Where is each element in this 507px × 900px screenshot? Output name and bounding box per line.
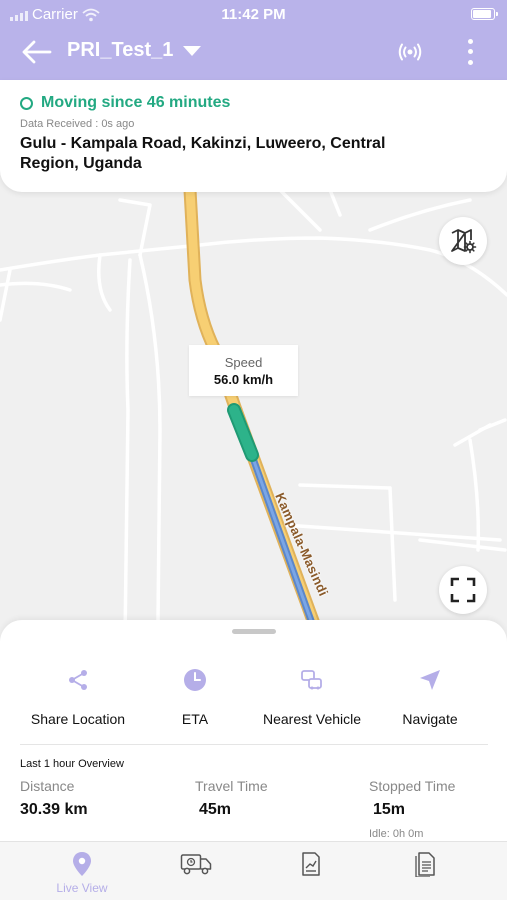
back-arrow-icon xyxy=(22,40,52,64)
app-header: Carrier 11:42 PM PRI_Test_1 xyxy=(0,0,507,80)
distance-stat: Distance 30.39 km xyxy=(20,778,88,819)
share-location-button[interactable]: Share Location xyxy=(22,665,134,727)
vehicle-selector[interactable]: PRI_Test_1 xyxy=(67,39,202,62)
speed-value: 56.0 km/h xyxy=(213,372,274,387)
truck-icon xyxy=(180,854,212,875)
distance-value: 30.39 km xyxy=(20,801,88,818)
tab-live-view[interactable]: Live View xyxy=(37,850,127,895)
share-location-label: Share Location xyxy=(30,711,126,727)
nearest-vehicle-button[interactable]: Nearest Vehicle xyxy=(256,665,368,727)
bottom-sheet: Share Location ETA Nearest Vehicle Navig… xyxy=(0,620,507,841)
vehicle-status-card: Moving since 46 minutes Data Received : … xyxy=(0,80,507,192)
navigate-label: Navigate xyxy=(402,711,458,727)
document-icon xyxy=(415,852,435,877)
tab-bar: Live View xyxy=(0,841,507,900)
more-options-button[interactable] xyxy=(458,36,482,68)
idle-time: Idle: 0h 0m xyxy=(369,828,424,840)
broadcast-icon xyxy=(398,43,422,61)
location-pin-icon xyxy=(73,852,91,876)
address: Gulu - Kampala Road, Kakinzi, Luweero, C… xyxy=(20,135,386,172)
moving-status-text: Moving since 46 minutes xyxy=(41,94,231,111)
travel-time-stat: Travel Time 45m xyxy=(195,778,268,819)
nearest-vehicle-label: Nearest Vehicle xyxy=(262,711,362,727)
chevron-down-icon xyxy=(183,45,202,56)
eta-button[interactable]: ETA xyxy=(165,665,225,727)
fullscreen-icon xyxy=(450,577,476,603)
tab-live-view-label: Live View xyxy=(56,881,108,895)
broadcast-button[interactable] xyxy=(396,38,424,66)
map-settings-button[interactable] xyxy=(439,217,487,265)
tab-documents[interactable] xyxy=(381,850,471,878)
travel-time-label: Travel Time xyxy=(195,778,268,794)
navigate-button[interactable]: Navigate xyxy=(396,665,464,727)
stopped-time-stat: Stopped Time 15m xyxy=(369,778,455,819)
tab-trips[interactable] xyxy=(151,850,241,878)
status-dot-icon xyxy=(20,96,33,110)
nav-row: PRI_Test_1 xyxy=(0,28,507,76)
report-icon xyxy=(302,852,320,876)
share-icon xyxy=(69,670,87,690)
stopped-time-label: Stopped Time xyxy=(369,778,456,794)
eta-label: ETA xyxy=(181,711,209,727)
map-settings-icon xyxy=(451,229,477,254)
vehicle-title: PRI_Test_1 xyxy=(67,39,174,61)
speed-label: Speed xyxy=(224,355,263,370)
clock-icon xyxy=(184,669,206,691)
sheet-drag-handle[interactable] xyxy=(232,629,276,634)
travel-time-value: 45m xyxy=(199,801,232,818)
stopped-time-value: 15m xyxy=(373,801,406,818)
data-received: Data Received : 0s ago xyxy=(20,118,135,130)
battery-icon xyxy=(471,8,498,20)
clock: 11:42 PM xyxy=(221,6,286,23)
speed-tooltip: Speed 56.0 km/h xyxy=(189,345,298,396)
navigate-icon xyxy=(420,670,440,690)
back-button[interactable] xyxy=(20,38,54,66)
action-row: Share Location ETA Nearest Vehicle Navig… xyxy=(0,665,507,735)
divider xyxy=(20,744,488,745)
moving-status: Moving since 46 minutes xyxy=(20,94,487,112)
overview-title: Last 1 hour Overview xyxy=(20,758,124,770)
fullscreen-button[interactable] xyxy=(439,566,487,614)
vehicles-icon xyxy=(301,670,322,690)
distance-label: Distance xyxy=(20,778,75,794)
tab-reports[interactable] xyxy=(266,850,356,878)
status-bar: Carrier 11:42 PM xyxy=(0,0,507,28)
